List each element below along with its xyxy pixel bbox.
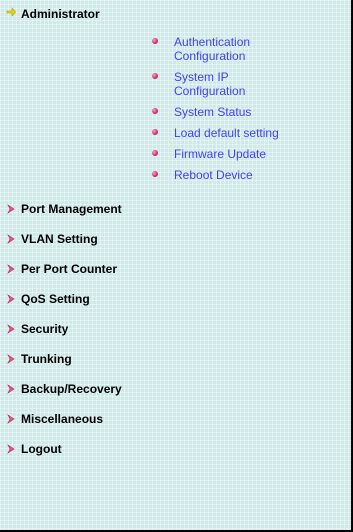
menu-section-label: Trunking (21, 352, 72, 366)
menu-section-label: Port Management (21, 202, 122, 216)
collapsed-arrow-icon (7, 204, 15, 214)
expanded-arrow-icon (6, 7, 16, 17)
collapsed-arrow-icon (7, 234, 15, 244)
menu-section-per-port-counter[interactable]: Per Port Counter (6, 254, 351, 284)
bullet-icon (152, 73, 158, 79)
submenu-item-authentication-configuration[interactable]: Authentication Configuration (152, 35, 351, 63)
submenu-item-reboot-device[interactable]: Reboot Device (152, 168, 351, 182)
submenu-item-load-default-setting[interactable]: Load default setting (152, 126, 351, 140)
bullet-icon (152, 171, 158, 177)
submenu-item-label[interactable]: System IP Configuration (174, 70, 245, 98)
menu-section-label: QoS Setting (21, 292, 90, 306)
collapsed-arrow-icon (7, 264, 15, 274)
navigation-menu: Administrator Authentication Configurati… (6, 0, 351, 464)
menu-section-label: Administrator (21, 7, 100, 21)
collapsed-arrow-icon (7, 354, 15, 364)
administrator-submenu: Authentication Configuration System IP C… (152, 35, 351, 182)
menu-section-label: Per Port Counter (21, 262, 118, 276)
submenu-item-label[interactable]: System Status (174, 105, 251, 119)
menu-section-qos-setting[interactable]: QoS Setting (6, 284, 351, 314)
bullet-icon (152, 129, 158, 135)
submenu-item-firmware-update[interactable]: Firmware Update (152, 147, 351, 161)
menu-section-label: Security (21, 322, 69, 336)
menu-section-logout[interactable]: Logout (6, 434, 351, 464)
bullet-icon (152, 38, 158, 44)
menu-section-backup-recovery[interactable]: Backup/Recovery (6, 374, 351, 404)
menu-section-label: VLAN Setting (21, 232, 98, 246)
collapsed-arrow-icon (7, 324, 15, 334)
submenu-item-system-status[interactable]: System Status (152, 105, 351, 119)
bullet-icon (152, 108, 158, 114)
submenu-item-label[interactable]: Reboot Device (174, 168, 253, 182)
menu-section-security[interactable]: Security (6, 314, 351, 344)
menu-section-label: Logout (21, 442, 62, 456)
submenu-item-label[interactable]: Authentication Configuration (174, 35, 250, 63)
submenu-item-system-ip-configuration[interactable]: System IP Configuration (152, 70, 351, 98)
menu-section-trunking[interactable]: Trunking (6, 344, 351, 374)
menu-section-vlan-setting[interactable]: VLAN Setting (6, 224, 351, 254)
navigation-frame: Administrator Authentication Configurati… (0, 0, 353, 532)
collapsed-arrow-icon (7, 414, 15, 424)
bullet-icon (152, 150, 158, 156)
submenu-item-label[interactable]: Firmware Update (174, 147, 266, 161)
submenu-item-label[interactable]: Load default setting (174, 126, 279, 140)
collapsed-arrow-icon (7, 294, 15, 304)
collapsed-arrow-icon (7, 444, 15, 454)
collapsed-arrow-icon (7, 384, 15, 394)
menu-section-label: Miscellaneous (21, 412, 104, 426)
menu-section-port-management[interactable]: Port Management (6, 194, 351, 224)
menu-section-miscellaneous[interactable]: Miscellaneous (6, 404, 351, 434)
menu-section-label: Backup/Recovery (21, 382, 122, 396)
